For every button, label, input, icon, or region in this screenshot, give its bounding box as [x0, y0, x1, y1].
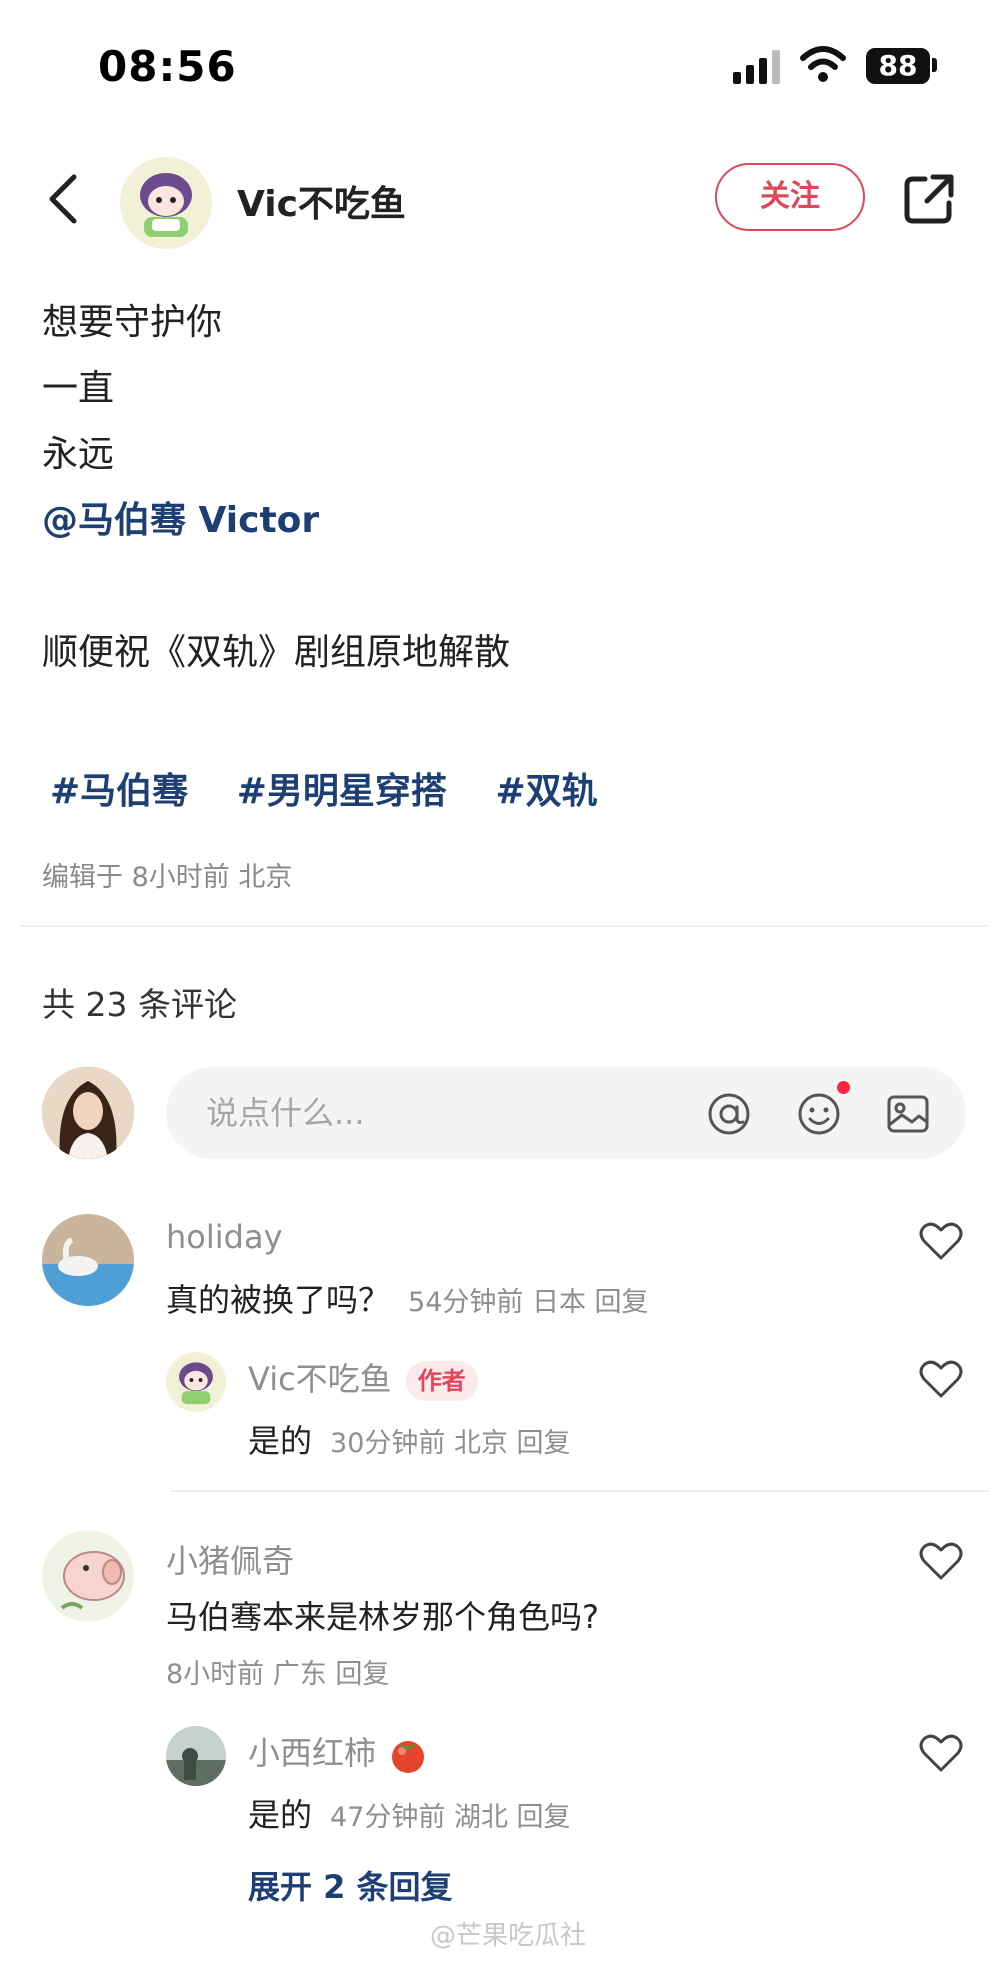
follow-button[interactable]: 关注 [715, 163, 865, 231]
commenter-avatar[interactable] [42, 1214, 134, 1306]
pig-avatar-icon [42, 1530, 134, 1622]
commenter-avatar[interactable] [42, 1530, 134, 1622]
post-spacer [42, 554, 972, 620]
author-badge: 作者 [405, 1361, 478, 1401]
like-heart-icon[interactable] [918, 1732, 964, 1774]
cellular-signal-icon [733, 50, 780, 84]
hashtag-link[interactable]: #男明星穿搭 [237, 771, 447, 812]
status-time: 08:56 [98, 42, 237, 91]
mention-link[interactable]: @马伯骞 Victor [42, 488, 972, 554]
image-picker-icon[interactable] [885, 1091, 931, 1137]
replier-avatar[interactable] [166, 1726, 226, 1786]
wifi-icon [800, 46, 846, 82]
post-line: 想要守护你 [42, 302, 223, 343]
comment-line: 真的被换了吗？ 54分钟前 日本 回复 [166, 1275, 649, 1321]
emoji-icon[interactable] [796, 1091, 842, 1137]
tomato-emoji-icon [392, 1741, 425, 1773]
landscape-photo-icon [166, 1726, 226, 1786]
battery-indicator: 88 [866, 48, 930, 84]
back-arrow-icon[interactable] [44, 171, 84, 227]
replier-name-row: Vic不吃鱼 作者 [248, 1354, 478, 1401]
astronaut-avatar-icon [166, 1352, 226, 1412]
reply-text: 是的 [248, 1422, 313, 1460]
like-heart-icon[interactable] [918, 1220, 964, 1262]
edited-info: 编辑于 8小时前 北京 [42, 862, 293, 893]
astronaut-avatar-icon [120, 157, 212, 249]
author-name[interactable]: Vic不吃鱼 [237, 175, 406, 227]
reply-line: 是的 47分钟前 湖北 回复 [248, 1790, 571, 1836]
user-photo-icon [42, 1067, 134, 1159]
replier-name-row: 小西红柿 [248, 1728, 428, 1775]
reply-line: 是的 30分钟前 北京 回复 [248, 1416, 571, 1462]
post-line: 永远 [42, 434, 115, 475]
comment-input[interactable] [206, 1087, 686, 1139]
section-divider [20, 925, 987, 927]
post-line: 顺便祝《双轨》剧组原地解散 [42, 632, 511, 673]
hashtag-list: #马伯骞 #男明星穿搭 #双轨 [50, 762, 634, 814]
comment-text: 马伯骞本来是林岁那个角色吗? [166, 1598, 599, 1636]
comment-meta[interactable]: 8小时前 广东 回复 [166, 1652, 389, 1691]
status-bar: 08:56 88 [0, 0, 1007, 130]
post-line: 一直 [42, 368, 115, 409]
watermark: @芒果吃瓜社 [430, 1921, 587, 1951]
notification-dot [837, 1081, 850, 1094]
comment-input-bar[interactable] [166, 1067, 966, 1159]
comment-count: 共 23 条评论 [42, 985, 237, 1024]
hashtag-link[interactable]: #马伯骞 [50, 771, 188, 812]
like-heart-icon[interactable] [918, 1540, 964, 1582]
battery-cap [932, 58, 937, 72]
reply-text: 是的 [248, 1796, 313, 1834]
post-body: 想要守护你 一直 永远 @马伯骞 Victor 顺便祝《双轨》剧组原地解散 [42, 290, 972, 686]
swan-photo-icon [42, 1214, 134, 1306]
reply-meta[interactable]: 30分钟前 北京 回复 [330, 1428, 571, 1459]
reply-meta[interactable]: 47分钟前 湖北 回复 [330, 1802, 571, 1833]
replier-name[interactable]: Vic不吃鱼 [248, 1360, 392, 1398]
hashtag-link[interactable]: #双轨 [495, 771, 597, 812]
commenter-name[interactable]: 小猪佩奇 [166, 1536, 294, 1582]
expand-replies-button[interactable]: 展开 2 条回复 [248, 1862, 453, 1908]
comment-divider [170, 1490, 990, 1492]
share-icon[interactable] [903, 173, 955, 225]
author-avatar[interactable] [120, 157, 212, 249]
comment-text: 真的被换了吗？ [166, 1281, 391, 1319]
commenter-name[interactable]: holiday [166, 1218, 283, 1256]
like-heart-icon[interactable] [918, 1358, 964, 1400]
replier-avatar[interactable] [166, 1352, 226, 1412]
current-user-avatar [42, 1067, 134, 1159]
replier-name[interactable]: 小西红柿 [248, 1734, 376, 1772]
comment-meta[interactable]: 54分钟前 日本 回复 [408, 1287, 649, 1318]
post-header: Vic不吃鱼 关注 [0, 145, 1007, 255]
mention-at-icon[interactable] [706, 1091, 752, 1137]
